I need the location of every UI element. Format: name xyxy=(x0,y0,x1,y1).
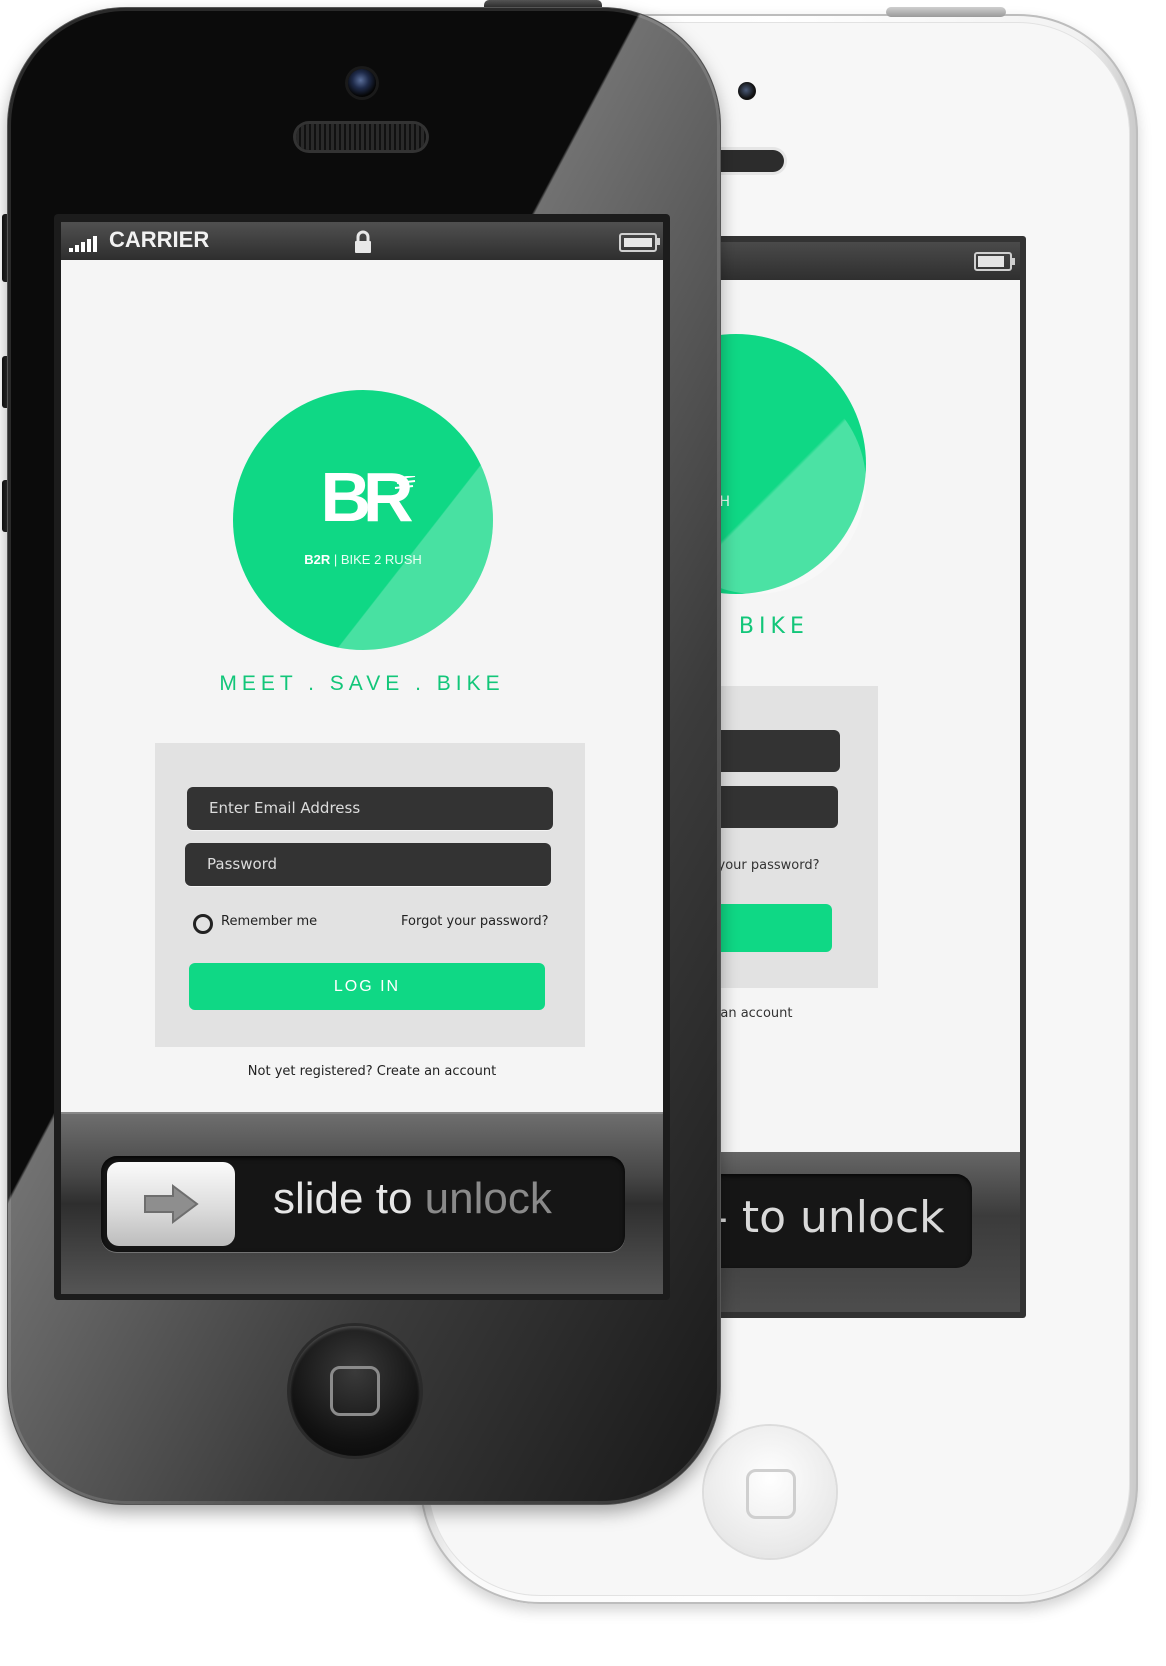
arrow-right-icon xyxy=(144,1184,199,1224)
brand-abbreviation: B2R xyxy=(304,552,331,567)
battery-level xyxy=(624,238,652,247)
earpiece-speaker xyxy=(296,124,426,150)
front-camera xyxy=(738,82,756,100)
login-button[interactable]: LOG IN xyxy=(189,963,545,1010)
battery-tip xyxy=(657,238,660,245)
unlock-word: unlock xyxy=(424,1174,552,1223)
slide-word: slide xyxy=(273,1174,364,1223)
password-field[interactable]: Password xyxy=(185,843,551,886)
register-prompt-text: Not yet registered? xyxy=(247,1064,373,1079)
remember-me-label[interactable]: Remember me xyxy=(221,914,317,929)
battery-fill xyxy=(978,256,1004,267)
remember-me-radio[interactable] xyxy=(193,914,213,934)
home-button-icon xyxy=(330,1366,380,1416)
to-word: to xyxy=(375,1174,413,1223)
lock-icon xyxy=(355,230,371,253)
speed-lines-icon xyxy=(394,476,416,489)
lock-area: slide to unlock xyxy=(61,1112,663,1294)
slide-to-unlock-text: slide to unlock xyxy=(273,1174,552,1224)
create-account-link[interactable]: Create an account xyxy=(377,1064,496,1079)
forgot-password-link[interactable]: Forgot your password? xyxy=(401,914,549,929)
brand-name: BIKE 2 RUSH xyxy=(340,552,422,567)
tagline: MEET . SAVE . BIKE xyxy=(219,672,505,695)
login-screen: BR B2R | BIKE 2 RUSH MEET . SAVE . BIKE … xyxy=(61,260,663,1112)
home-button[interactable] xyxy=(290,1326,420,1456)
slider-knob[interactable] xyxy=(107,1162,235,1246)
login-panel: Enter Email Address Password Remember me… xyxy=(155,743,585,1047)
home-button-icon xyxy=(746,1469,796,1519)
email-field[interactable]: Enter Email Address xyxy=(187,787,553,830)
power-button xyxy=(886,7,1006,17)
slide-to-unlock-text: - to unlock xyxy=(712,1192,945,1243)
slide-to-unlock-track[interactable]: slide to unlock xyxy=(101,1156,625,1252)
register-prompt: Not yet registered? Create an account xyxy=(61,1064,683,1079)
status-bar: CARRIER xyxy=(61,222,663,260)
carrier-name: CARRIER xyxy=(109,227,210,252)
signal-icon xyxy=(69,232,103,252)
logo-mark: BR xyxy=(320,458,413,536)
logo-subtitle: B2R | BIKE 2 RUSH xyxy=(304,552,422,567)
app-logo: BR B2R | BIKE 2 RUSH xyxy=(233,390,493,650)
front-camera xyxy=(348,69,376,97)
